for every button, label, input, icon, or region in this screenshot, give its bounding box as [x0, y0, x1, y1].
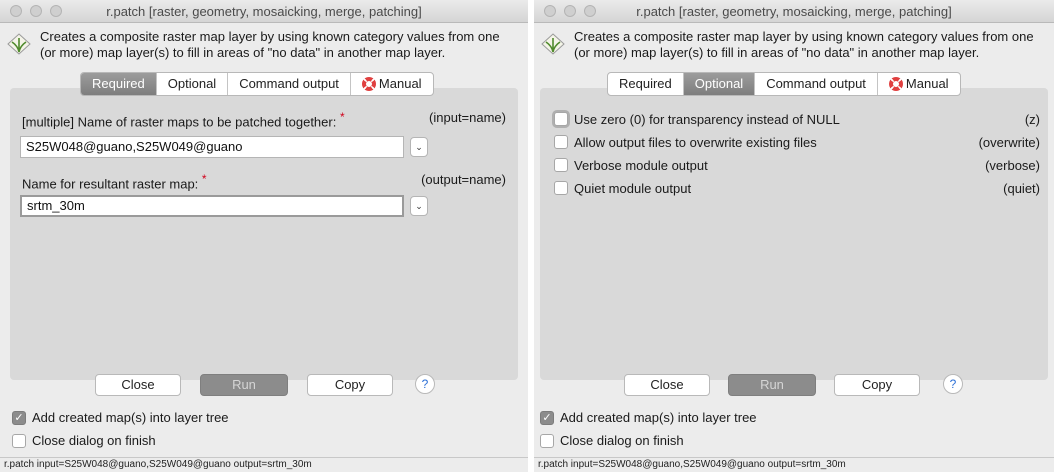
input-param: (input=name): [429, 110, 506, 125]
close-on-finish-label: Close dialog on finish: [32, 433, 156, 448]
option-row-z[interactable]: Use zero (0) for transparency instead of…: [554, 110, 1040, 128]
checkbox-checked-icon[interactable]: ✓: [12, 410, 26, 425]
status-bar-command: r.patch input=S25W048@guano,S25W049@guan…: [0, 457, 528, 472]
help-icon[interactable]: ?: [415, 374, 435, 394]
window-title: r.patch [raster, geometry, mosaicking, m…: [636, 4, 952, 19]
tab-optional[interactable]: Optional: [157, 73, 229, 95]
add-to-layer-tree-option[interactable]: ✓ Add created map(s) into layer tree: [12, 410, 229, 425]
close-on-finish-option[interactable]: Close dialog on finish: [540, 433, 684, 448]
chevron-down-icon[interactable]: ⌄: [410, 196, 428, 216]
add-to-layer-tree-label: Add created map(s) into layer tree: [32, 410, 229, 425]
option-label: Verbose module output: [574, 157, 708, 173]
output-map-field[interactable]: srtm_30m: [20, 195, 404, 217]
close-on-finish-option[interactable]: Close dialog on finish: [12, 433, 156, 448]
tab-manual[interactable]: Manual: [878, 73, 960, 95]
window-title: r.patch [raster, geometry, mosaicking, m…: [106, 4, 422, 19]
button-row: Close Run Copy ?: [0, 374, 528, 398]
copy-button[interactable]: Copy: [834, 374, 920, 396]
close-on-finish-label: Close dialog on finish: [560, 433, 684, 448]
module-description: Creates a composite raster map layer by …: [0, 23, 528, 69]
required-panel: [multiple] Name of raster maps to be pat…: [10, 88, 518, 380]
option-flag: (verbose): [985, 157, 1040, 173]
close-button[interactable]: Close: [95, 374, 181, 396]
grass-icon: [541, 33, 565, 55]
button-row: Close Run Copy ?: [534, 374, 1054, 398]
grass-icon: [7, 33, 31, 55]
description-line-1: Creates a composite raster map layer by …: [574, 29, 1034, 44]
tab-manual-label: Manual: [905, 76, 949, 91]
run-button[interactable]: Run: [200, 374, 288, 396]
option-row-overwrite[interactable]: Allow output files to overwrite existing…: [554, 133, 1040, 151]
required-mark: *: [339, 110, 345, 124]
tab-required[interactable]: Required: [608, 73, 684, 95]
copy-button[interactable]: Copy: [307, 374, 393, 396]
checkbox-icon[interactable]: [554, 181, 568, 195]
option-flag: (overwrite): [978, 134, 1040, 150]
help-icon[interactable]: ?: [943, 374, 963, 394]
output-param: (output=name): [421, 172, 506, 187]
option-label: Quiet module output: [574, 180, 692, 196]
title-bar[interactable]: r.patch [raster, geometry, mosaicking, m…: [534, 0, 1054, 23]
tab-bar: Required Optional Command output Manual: [80, 72, 434, 96]
checkbox-icon[interactable]: [554, 112, 568, 126]
module-description: Creates a composite raster map layer by …: [534, 23, 1054, 69]
title-bar[interactable]: r.patch [raster, geometry, mosaicking, m…: [0, 0, 528, 23]
tab-required[interactable]: Required: [81, 73, 157, 95]
required-mark: *: [201, 172, 207, 186]
input-maps-field[interactable]: S25W048@guano,S25W049@guano: [20, 136, 404, 158]
dialog-window-optional: r.patch [raster, geometry, mosaicking, m…: [534, 0, 1054, 472]
checkbox-icon[interactable]: [554, 135, 568, 149]
output-label-row: Name for resultant raster map: * (output…: [22, 172, 506, 191]
close-button[interactable]: Close: [624, 374, 710, 396]
tab-command-output[interactable]: Command output: [228, 73, 351, 95]
option-flag: (z): [1024, 111, 1040, 127]
checkbox-icon[interactable]: [12, 433, 26, 448]
tab-manual-label: Manual: [378, 76, 422, 91]
optional-panel: Use zero (0) for transparency instead of…: [540, 88, 1048, 380]
tab-command-output[interactable]: Command output: [755, 73, 878, 95]
lifering-icon: [888, 77, 903, 91]
option-label: Use zero (0) for transparency instead of…: [574, 111, 840, 127]
input-label: [multiple] Name of raster maps to be pat…: [22, 114, 337, 130]
chevron-down-icon[interactable]: ⌄: [410, 137, 428, 157]
option-label: Allow output files to overwrite existing…: [574, 134, 817, 150]
tab-bar: Required Optional Command output Manual: [607, 72, 961, 96]
option-row-verbose[interactable]: Verbose module output (verbose): [554, 156, 1040, 174]
description-line-1: Creates a composite raster map layer by …: [40, 29, 500, 44]
description-line-2: (or more) map layer(s) to fill in areas …: [40, 45, 446, 60]
description-line-2: (or more) map layer(s) to fill in areas …: [574, 45, 980, 60]
option-row-quiet[interactable]: Quiet module output (quiet): [554, 179, 1040, 197]
tab-optional[interactable]: Optional: [683, 73, 756, 95]
input-label-row: [multiple] Name of raster maps to be pat…: [22, 110, 506, 129]
checkbox-checked-icon[interactable]: ✓: [540, 410, 554, 425]
tab-manual[interactable]: Manual: [351, 73, 433, 95]
add-to-layer-tree-label: Add created map(s) into layer tree: [560, 410, 757, 425]
add-to-layer-tree-option[interactable]: ✓ Add created map(s) into layer tree: [540, 410, 757, 425]
status-bar-command: r.patch input=S25W048@guano,S25W049@guan…: [534, 457, 1054, 472]
option-flag: (quiet): [1003, 180, 1040, 196]
lifering-icon: [361, 77, 376, 91]
checkbox-icon[interactable]: [554, 158, 568, 172]
checkbox-icon[interactable]: [540, 433, 554, 448]
output-label: Name for resultant raster map:: [22, 176, 199, 192]
run-button[interactable]: Run: [728, 374, 816, 396]
dialog-window-required: r.patch [raster, geometry, mosaicking, m…: [0, 0, 528, 472]
